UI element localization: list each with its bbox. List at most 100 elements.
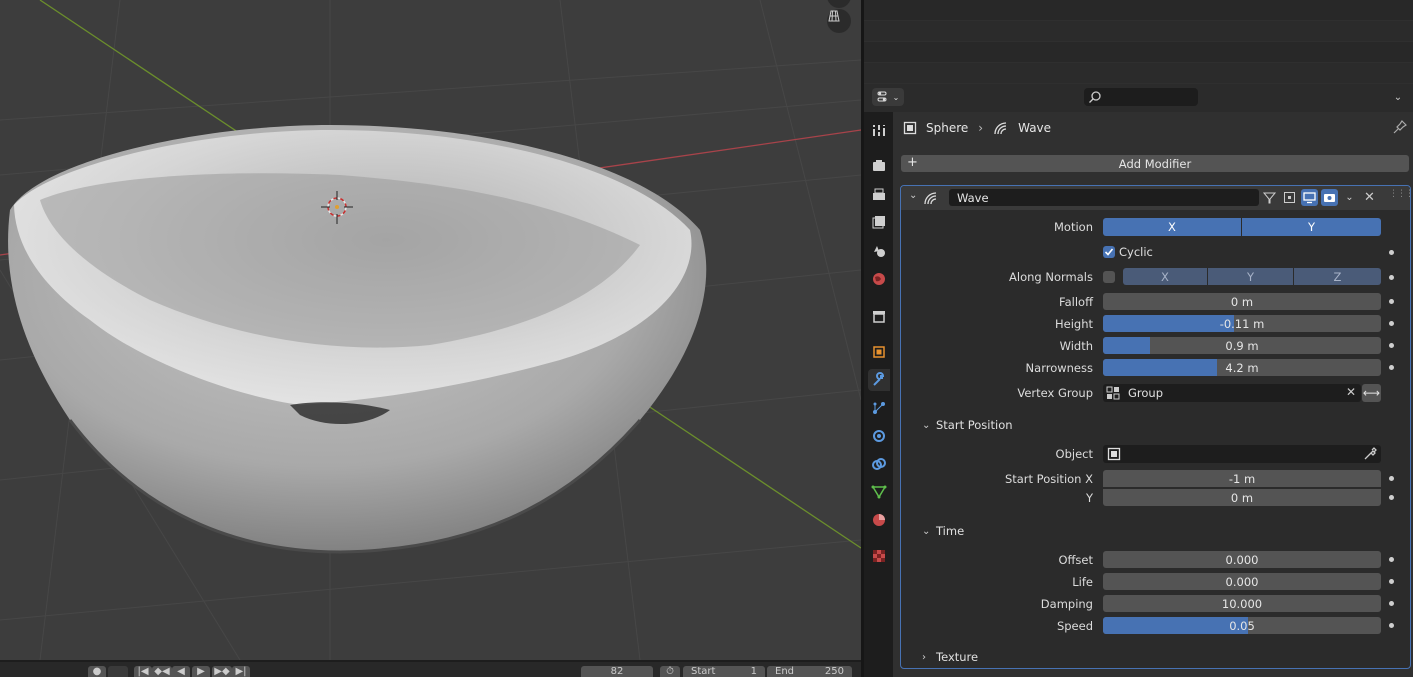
- collection-icon[interactable]: [868, 305, 890, 327]
- viewport-display-icon[interactable]: [1301, 189, 1318, 206]
- object-icon[interactable]: [868, 341, 890, 363]
- vertex-group-field[interactable]: Group ✕: [1103, 384, 1361, 402]
- speed-value: 0.05: [1229, 618, 1255, 633]
- edit-mode-cage-icon[interactable]: [1261, 189, 1278, 206]
- drag-handle-icon[interactable]: ⋮⋮⋮: [1389, 189, 1413, 199]
- life-field[interactable]: 0.000: [1103, 573, 1381, 590]
- along-normals-keyframe-dot[interactable]: [1389, 275, 1394, 280]
- width-keyframe-dot[interactable]: [1389, 343, 1394, 348]
- properties-search-input[interactable]: [1084, 88, 1198, 106]
- speed-label: Speed: [1056, 619, 1093, 633]
- invert-vertex-group-icon[interactable]: ⟷: [1362, 384, 1381, 402]
- motion-x-toggle[interactable]: X: [1103, 218, 1241, 236]
- life-label: Life: [1072, 575, 1093, 589]
- scene-icon[interactable]: [868, 240, 890, 262]
- keying-button[interactable]: [108, 666, 128, 677]
- prev-keyframe-button[interactable]: ◆◀: [152, 666, 172, 677]
- vertex-group-label: Vertex Group: [1017, 386, 1093, 400]
- add-modifier-button[interactable]: + Add Modifier: [901, 155, 1409, 172]
- clear-vertex-group-icon[interactable]: ✕: [1346, 385, 1356, 399]
- particles-icon[interactable]: [868, 397, 890, 419]
- motion-y-toggle[interactable]: Y: [1242, 218, 1381, 236]
- next-keyframe-button[interactable]: ▶◆: [212, 666, 232, 677]
- jump-end-button[interactable]: ▶|: [232, 666, 250, 677]
- render-icon[interactable]: [868, 155, 890, 177]
- texture-icon[interactable]: [868, 545, 890, 567]
- outliner-row[interactable]: [864, 63, 1413, 84]
- along-normals-x-toggle[interactable]: X: [1123, 268, 1207, 285]
- checkmark-icon: [1104, 248, 1114, 256]
- current-frame-field[interactable]: 82: [581, 666, 653, 677]
- start-position-y-label: Y: [1085, 491, 1093, 505]
- modifier-header[interactable]: ⌄ Wave ⌄ ✕ ⋮⋮⋮: [901, 186, 1413, 210]
- cyclic-checkbox[interactable]: [1103, 246, 1115, 258]
- modifier-icon[interactable]: [868, 369, 890, 391]
- object-icon: [1107, 447, 1121, 461]
- damping-label: Damping: [1040, 597, 1093, 611]
- play-button[interactable]: ▶: [192, 666, 210, 677]
- modifier-name-input[interactable]: Wave: [949, 189, 1259, 206]
- view-layer-icon[interactable]: [868, 211, 890, 233]
- end-frame-value: 250: [824, 666, 844, 677]
- start-position-x-keyframe-dot[interactable]: [1389, 476, 1394, 481]
- play-reverse-button[interactable]: ◀: [172, 666, 190, 677]
- header-options-chevron-icon[interactable]: ⌄: [1391, 88, 1405, 106]
- end-frame-field[interactable]: End 250: [767, 666, 852, 677]
- damping-field[interactable]: 10.000: [1103, 595, 1381, 612]
- 3d-viewport[interactable]: [0, 0, 861, 660]
- time-subpanel-header[interactable]: ⌄ Time: [902, 520, 1409, 542]
- outliner-row[interactable]: [864, 0, 1413, 21]
- narrowness-label: Narrowness: [1025, 361, 1093, 375]
- collapse-chevron-icon[interactable]: ⌄: [909, 190, 917, 201]
- start-position-x-field[interactable]: -1 m: [1103, 470, 1381, 487]
- outliner-row[interactable]: [864, 42, 1413, 63]
- timeline-bar: ● |◀ ◆◀ ◀ ▶ ▶◆ ▶| 82 ⏱ Start 1 End 250: [0, 662, 861, 677]
- output-icon[interactable]: [868, 184, 890, 206]
- constraints-icon[interactable]: [868, 453, 890, 475]
- outliner-row[interactable]: [864, 21, 1413, 42]
- start-object-field[interactable]: [1103, 445, 1381, 463]
- perspective-toggle-icon[interactable]: [827, 9, 851, 33]
- start-position-subpanel-header[interactable]: ⌄ Start Position: [902, 414, 1409, 436]
- preview-range-icon[interactable]: ⏱: [660, 666, 680, 677]
- modifier-menu-chevron-icon[interactable]: ⌄: [1341, 189, 1358, 206]
- edit-mode-icon[interactable]: [1281, 189, 1298, 206]
- pin-icon[interactable]: [1393, 120, 1409, 136]
- offset-keyframe-dot[interactable]: [1389, 557, 1394, 562]
- start-frame-field[interactable]: Start 1: [683, 666, 765, 677]
- cyclic-keyframe-dot[interactable]: [1389, 250, 1394, 255]
- height-keyframe-dot[interactable]: [1389, 321, 1394, 326]
- speed-slider[interactable]: 0.05: [1103, 617, 1381, 634]
- start-position-y-field[interactable]: 0 m: [1103, 489, 1381, 506]
- speed-keyframe-dot[interactable]: [1389, 623, 1394, 628]
- along-normals-z-toggle[interactable]: Z: [1294, 268, 1381, 285]
- damping-keyframe-dot[interactable]: [1389, 601, 1394, 606]
- narrowness-keyframe-dot[interactable]: [1389, 365, 1394, 370]
- along-normals-y-toggle[interactable]: Y: [1208, 268, 1293, 285]
- falloff-field[interactable]: 0 m: [1103, 293, 1381, 310]
- life-keyframe-dot[interactable]: [1389, 579, 1394, 584]
- material-icon[interactable]: [868, 509, 890, 531]
- tool-icon[interactable]: [868, 120, 890, 142]
- world-icon[interactable]: [868, 268, 890, 290]
- falloff-keyframe-dot[interactable]: [1389, 299, 1394, 304]
- eyedropper-icon[interactable]: [1363, 447, 1377, 461]
- jump-start-button[interactable]: |◀: [134, 666, 152, 677]
- render-camera-icon[interactable]: [1321, 189, 1338, 206]
- data-icon[interactable]: [868, 481, 890, 503]
- offset-field[interactable]: 0.000: [1103, 551, 1381, 568]
- start-frame-label: Start: [691, 666, 716, 677]
- start-position-y-keyframe-dot[interactable]: [1389, 495, 1394, 500]
- deformed-sphere-mesh[interactable]: [8, 125, 707, 554]
- collapse-chevron-icon: ⌄: [922, 419, 931, 431]
- physics-icon[interactable]: [868, 425, 890, 447]
- narrowness-slider[interactable]: 4.2 m: [1103, 359, 1381, 376]
- outliner-area[interactable]: [864, 0, 1413, 84]
- editor-type-button[interactable]: ⌄: [872, 88, 904, 106]
- close-icon[interactable]: ✕: [1361, 189, 1378, 206]
- along-normals-checkbox[interactable]: [1103, 271, 1115, 283]
- height-slider[interactable]: -0.11 m: [1103, 315, 1381, 332]
- texture-subpanel-header[interactable]: › Texture: [902, 646, 1409, 668]
- width-slider[interactable]: 0.9 m: [1103, 337, 1381, 354]
- record-button[interactable]: ●: [88, 666, 106, 677]
